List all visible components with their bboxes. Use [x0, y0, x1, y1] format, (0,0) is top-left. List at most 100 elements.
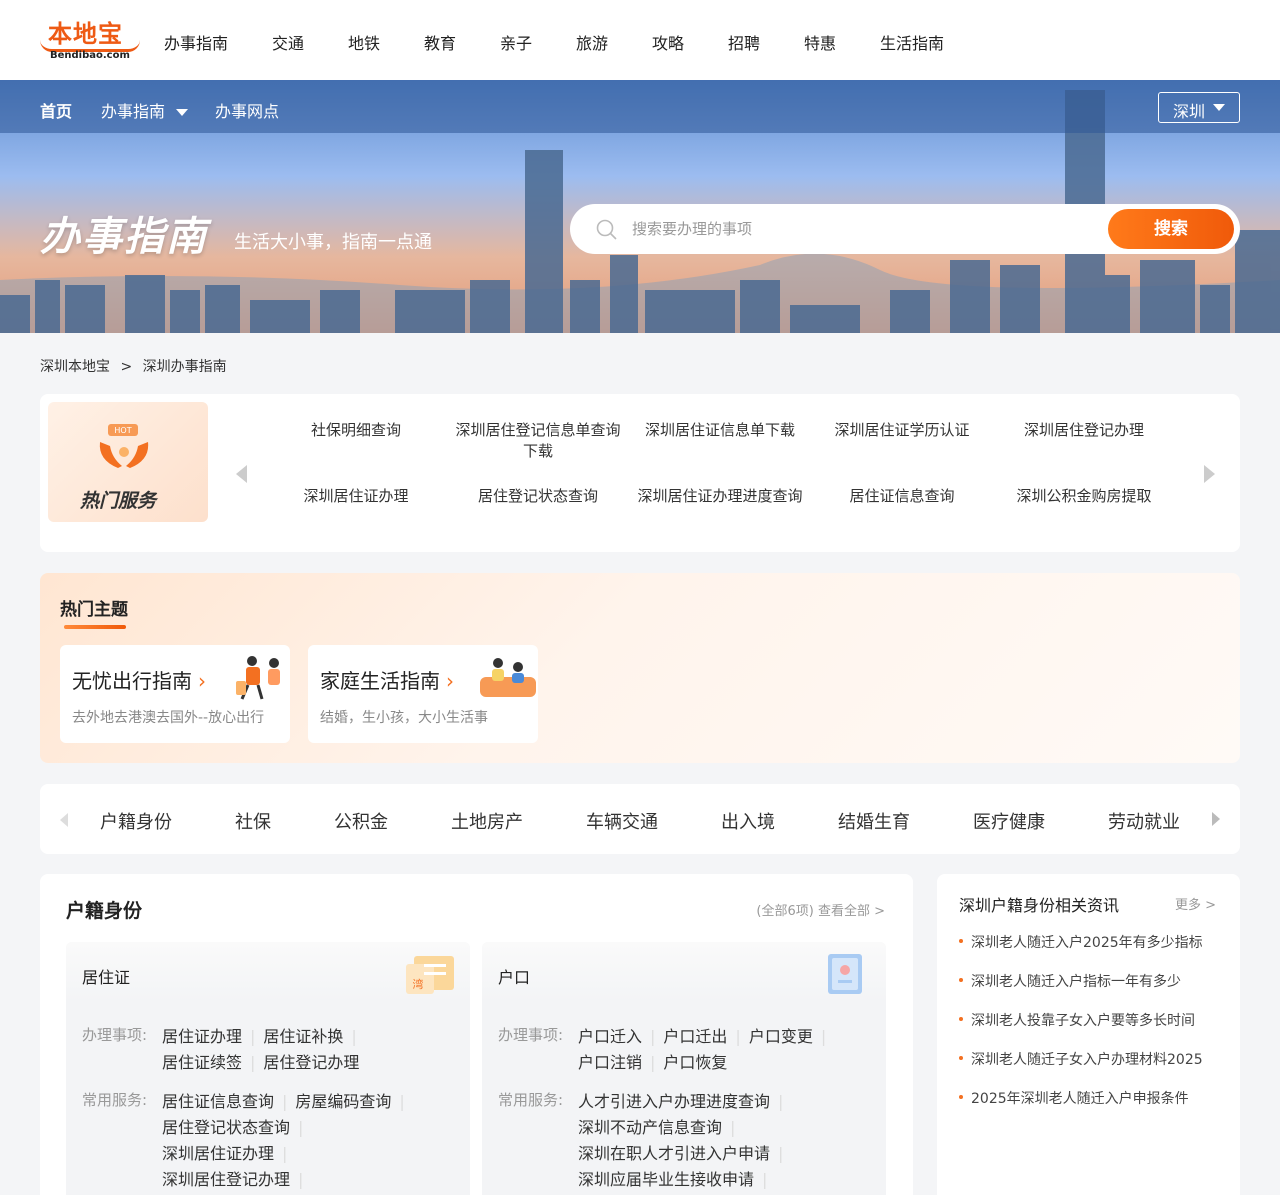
nav-item-life[interactable]: 生活指南 [880, 30, 944, 54]
tab-employment[interactable]: 劳动就业 [1108, 808, 1180, 834]
breadcrumb-separator: > [120, 359, 133, 375]
topic-card-travel[interactable]: 无忧出行指南 › 去外地去港澳去国外--放心出行 [60, 645, 290, 743]
prev-arrow-icon[interactable] [236, 465, 247, 483]
tab-marriage[interactable]: 结婚生育 [838, 808, 910, 834]
hot-link[interactable]: 居住登记状态查询 [453, 486, 623, 507]
next-arrow-icon[interactable] [1212, 812, 1220, 826]
bullet-icon [959, 1056, 963, 1060]
topic-card-title: 无忧出行指南 › [72, 669, 206, 693]
nav-item-metro[interactable]: 地铁 [348, 30, 380, 54]
travelers-illustration [236, 656, 280, 700]
services-label: 常用服务: [82, 1091, 148, 1109]
bullet-icon [959, 939, 963, 943]
service-row: 深圳居住登记办理 | [162, 1170, 304, 1189]
services-label: 常用服务: [498, 1091, 564, 1109]
service-row: 居住证信息查询 | 房屋编码查询 | [162, 1092, 405, 1111]
city-name: 深圳 [1173, 102, 1206, 121]
breadcrumb: 深圳本地宝 > 深圳办事指南 [40, 356, 227, 376]
news-item[interactable]: 深圳老人投靠子女入户要等多长时间 [959, 1010, 1195, 1030]
nav-item-travel[interactable]: 旅游 [576, 30, 608, 54]
items-label: 办理事项: [498, 1026, 564, 1044]
logo[interactable]: 本地宝 Bendibao.com [40, 14, 140, 62]
nav-item-education[interactable]: 教育 [424, 30, 456, 54]
hot-topics-panel: 热门主题 无忧出行指南 › 去外地去港澳去国外--放心出行 家庭生活指南 › 结婚，… [40, 573, 1240, 763]
hot-link[interactable]: 深圳公积金购房提取 [999, 486, 1169, 507]
news-title: 深圳户籍身份相关资讯 [959, 896, 1120, 915]
breadcrumb-home[interactable]: 深圳本地宝 [40, 359, 110, 375]
nav-item-guide[interactable]: 办事指南 [164, 30, 228, 54]
topic-card-desc: 去外地去港澳去国外--放心出行 [72, 710, 265, 726]
news-item[interactable]: 2025年深圳老人随迁入户申报条件 [959, 1088, 1189, 1108]
related-news-panel: 深圳户籍身份相关资讯 更多 > 深圳老人随迁入户2025年有多少指标 深圳老人随… [937, 874, 1240, 1195]
search-input[interactable] [632, 218, 1092, 240]
hot-link[interactable]: 深圳居住登记信息单查询下载 [453, 420, 623, 462]
nav-item-deals[interactable]: 特惠 [804, 30, 836, 54]
nav-item-traffic[interactable]: 交通 [272, 30, 304, 54]
hot-link[interactable]: 深圳居住证办理 [271, 486, 441, 507]
tab-housing-fund[interactable]: 公积金 [334, 808, 388, 834]
sub-nav-points[interactable]: 办事网点 [215, 98, 279, 122]
caret-down-icon [1213, 104, 1225, 111]
hot-service-label: 热门服务 [80, 490, 157, 512]
search-button[interactable]: 搜索 [1108, 209, 1234, 249]
hot-link[interactable]: 深圳居住证信息单下载 [635, 420, 805, 441]
hot-link[interactable]: 深圳居住证学历认证 [817, 420, 987, 441]
bullet-icon [959, 1017, 963, 1021]
hukou-card: 户口 办理事项: 户口迁入 | 户口迁出 | 户口变更 | 户口注销 | 户口恢复 常用服务:… [482, 942, 886, 1195]
hot-service-badge: HOT 热门服务 [48, 402, 208, 522]
items-label: 办理事项: [82, 1026, 148, 1044]
nav-item-parenting[interactable]: 亲子 [500, 30, 532, 54]
next-arrow-icon[interactable] [1204, 465, 1215, 483]
sub-nav-home[interactable]: 首页 [40, 98, 72, 122]
sub-nav-guide-label: 办事指南 [101, 102, 166, 121]
news-item[interactable]: 深圳老人随迁入户指标一年有多少 [959, 971, 1181, 991]
hero-subtitle: 生活大小事，指南一点通 [234, 232, 432, 253]
topic-card-title: 家庭生活指南 › [320, 669, 454, 693]
view-all-link[interactable]: (全部6项) 查看全部 > [756, 900, 885, 919]
item-row: 居住证办理 | 居住证补换 | [162, 1027, 357, 1046]
household-section: 户籍身份 (全部6项) 查看全部 > 居住证 湾 办理事项: 居住证办理 | 居住证… [40, 874, 913, 1195]
city-selector[interactable]: 深圳 [1158, 92, 1240, 123]
news-item[interactable]: 深圳老人随迁入户2025年有多少指标 [959, 932, 1203, 952]
tab-household[interactable]: 户籍身份 [100, 808, 172, 834]
card-title: 居住证 [82, 968, 131, 987]
search-bar: 搜索 [570, 204, 1240, 254]
news-item[interactable]: 深圳老人随迁子女入户办理材料2025 [959, 1049, 1203, 1069]
item-row: 居住证续签 | 居住登记办理 [162, 1053, 360, 1072]
topic-card-family[interactable]: 家庭生活指南 › 结婚，生小孩，大小生活事 [308, 645, 538, 743]
category-tabs: 户籍身份 社保 公积金 土地房产 车辆交通 出入境 结婚生育 医疗健康 劳动就业 [40, 784, 1240, 854]
sub-nav-guide-dropdown[interactable]: 办事指南 [101, 98, 189, 122]
svg-text:湾: 湾 [413, 977, 424, 991]
prev-arrow-icon[interactable] [60, 813, 68, 827]
residence-card-icon: 湾 [406, 956, 454, 994]
hot-service-panel: HOT 热门服务 社保明细查询 深圳居住登记信息单查询下载 深圳居住证信息单下载… [40, 394, 1240, 552]
caret-down-icon [176, 109, 189, 116]
tab-social-security[interactable]: 社保 [235, 808, 271, 834]
service-row: 人才引进入户办理进度查询 | [578, 1092, 784, 1111]
hands-heart-icon: HOT [99, 424, 149, 468]
hero-title: 办事指南 [40, 214, 208, 260]
tab-vehicles[interactable]: 车辆交通 [586, 808, 658, 834]
hot-link[interactable]: 深圳居住登记办理 [999, 420, 1169, 441]
section-title: 户籍身份 [66, 900, 143, 922]
residence-permit-card: 居住证 湾 办理事项: 居住证办理 | 居住证补换 | 居住证续签 | 居住登记办理 常用… [66, 942, 470, 1195]
item-row: 户口注销 | 户口恢复 [578, 1053, 728, 1072]
hot-link[interactable]: 社保明细查询 [271, 420, 441, 441]
hot-link[interactable]: 居住证信息查询 [817, 486, 987, 507]
news-more-link[interactable]: 更多 > [1175, 894, 1216, 913]
hot-link[interactable]: 深圳居住证办理进度查询 [635, 486, 805, 507]
service-row: 深圳应届毕业生接收申请 | [578, 1170, 768, 1189]
breadcrumb-current[interactable]: 深圳办事指南 [143, 359, 227, 375]
tab-medical[interactable]: 医疗健康 [973, 808, 1045, 834]
tab-real-estate[interactable]: 土地房产 [451, 808, 523, 834]
hukou-book-icon [828, 954, 862, 994]
hot-topics-title: 热门主题 [60, 600, 128, 620]
tab-immigration[interactable]: 出入境 [721, 808, 775, 834]
hot-tag: HOT [114, 426, 131, 435]
nav-item-jobs[interactable]: 招聘 [728, 30, 760, 54]
service-row: 深圳不动产信息查询 | [578, 1118, 736, 1137]
family-illustration [480, 658, 536, 697]
nav-item-tips[interactable]: 攻略 [652, 30, 684, 54]
sub-navbar: 首页 办事指南 办事网点 深圳 [0, 80, 1280, 133]
topic-card-desc: 结婚，生小孩，大小生活事 [320, 710, 488, 726]
